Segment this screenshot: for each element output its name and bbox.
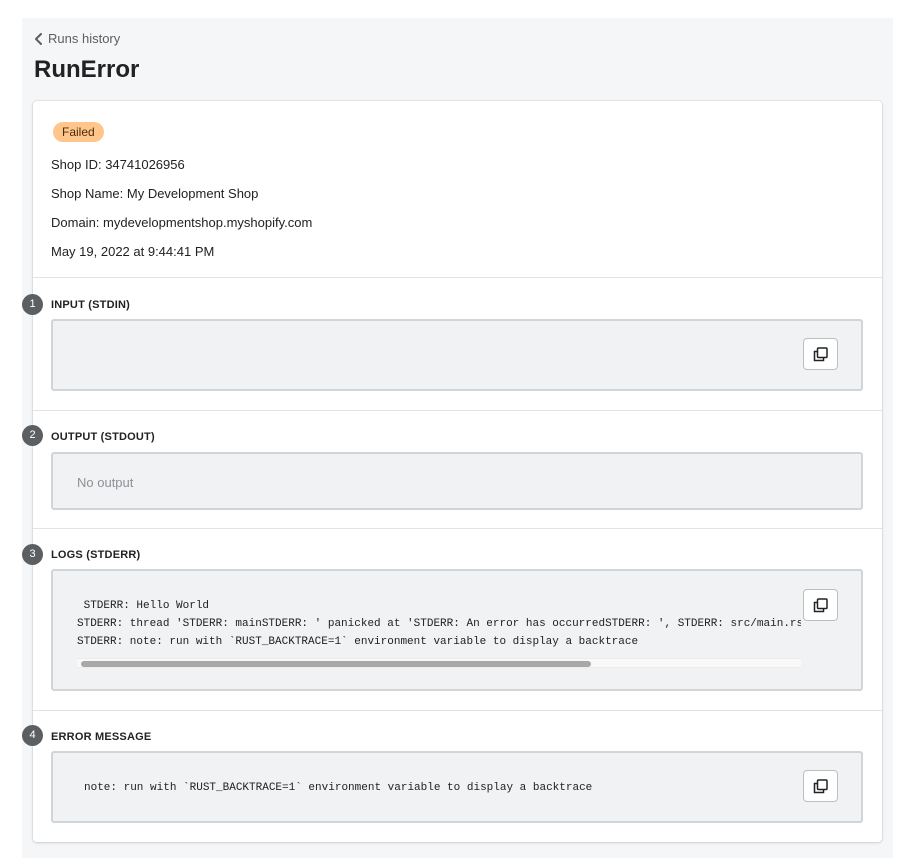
shop-domain: Domain: mydevelopmentshop.myshopify.com — [51, 215, 313, 230]
step-badge: 2 — [22, 425, 43, 446]
step-badge: 4 — [22, 725, 43, 746]
chevron-left-icon — [35, 32, 42, 45]
copy-icon — [813, 597, 828, 612]
input-box — [51, 319, 863, 391]
log-line: STDERR: thread 'STDERR: mainSTDERR: ' pa… — [77, 618, 801, 630]
logs-section: 3 LOGS (STDERR) STDERR: Hello World STDE… — [22, 529, 882, 711]
log-line: STDERR: note: run with `RUST_BACKTRACE=1… — [77, 636, 639, 648]
section-label: INPUT (STDIN) — [51, 299, 130, 311]
back-link[interactable]: Runs history — [34, 31, 120, 46]
error-message: note: run with `RUST_BACKTRACE=1` enviro… — [84, 782, 593, 794]
section-label: LOGS (STDERR) — [51, 549, 141, 561]
copy-button[interactable] — [803, 770, 838, 802]
shop-name: Shop Name: My Development Shop — [51, 186, 259, 201]
run-info: Failed Shop ID: 34741026956 Shop Name: M… — [33, 101, 882, 278]
copy-button[interactable] — [803, 338, 838, 370]
run-timestamp: May 19, 2022 at 9:44:41 PM — [51, 244, 215, 259]
status-badge: Failed — [53, 122, 104, 142]
output-section: 2 OUTPUT (STDOUT) No output — [22, 411, 882, 529]
copy-icon — [813, 778, 828, 793]
step-badge: 3 — [22, 544, 43, 565]
error-section: 4 ERROR MESSAGE note: run with `RUST_BAC… — [22, 711, 882, 842]
step-badge: 1 — [22, 294, 43, 315]
section-label: OUTPUT (STDOUT) — [51, 431, 155, 443]
output-box: No output — [51, 452, 863, 510]
no-output-text: No output — [77, 475, 134, 490]
run-card: Failed Shop ID: 34741026956 Shop Name: M… — [22, 101, 882, 842]
logs-box: STDERR: Hello World STDERR: thread 'STDE… — [51, 569, 863, 691]
copy-button[interactable] — [803, 589, 838, 621]
horizontal-scrollbar[interactable] — [77, 658, 801, 668]
scrollbar-thumb[interactable] — [81, 661, 591, 667]
input-section: 1 INPUT (STDIN) — [22, 278, 882, 411]
error-box: note: run with `RUST_BACKTRACE=1` enviro… — [51, 751, 863, 823]
shop-id: Shop ID: 34741026956 — [51, 157, 185, 172]
copy-icon — [813, 346, 828, 361]
page: Runs history RunError Failed Shop ID: 34… — [22, 18, 893, 858]
log-line: STDERR: Hello World — [77, 600, 210, 612]
section-label: ERROR MESSAGE — [51, 731, 152, 743]
page-title: RunError — [34, 56, 140, 83]
back-link-label: Runs history — [48, 31, 121, 46]
